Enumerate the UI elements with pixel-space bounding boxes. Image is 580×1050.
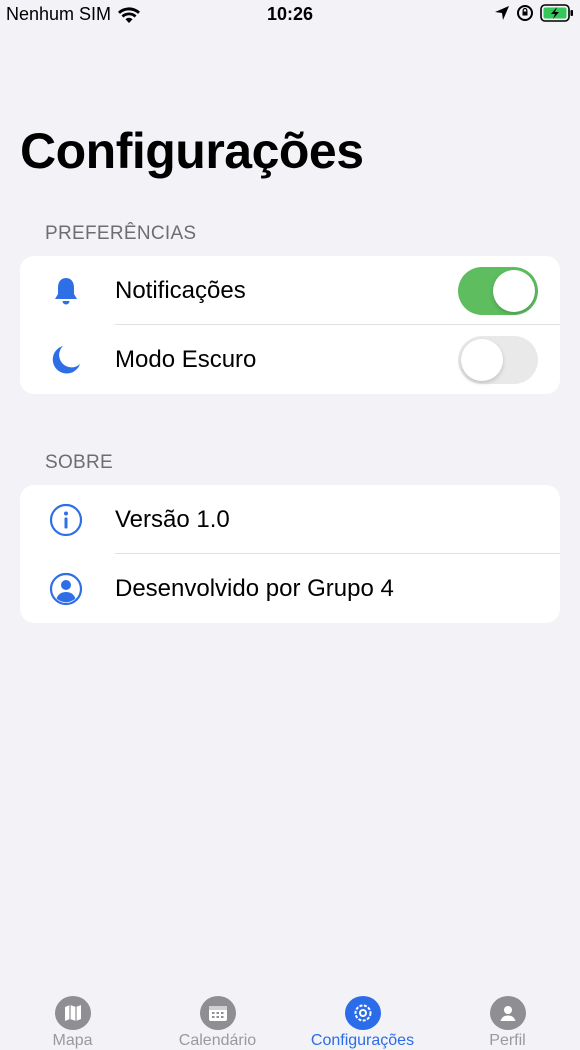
section-header-preferences: PREFERÊNCIAS [45, 223, 197, 244]
person-circle-icon [48, 571, 84, 607]
notifications-label: Notificações [115, 276, 246, 304]
row-developer: Desenvolvido por Grupo 4 [20, 554, 560, 623]
preferences-group: Notificações Modo Escuro [20, 256, 560, 394]
toggle-knob [493, 269, 535, 312]
orientation-lock-icon [517, 5, 533, 21]
row-notifications[interactable]: Notificações [20, 256, 560, 325]
row-version: Versão 1.0 [20, 485, 560, 554]
tab-map[interactable]: Mapa [0, 980, 145, 1050]
bell-icon [48, 273, 84, 309]
section-header-about: SOBRE [45, 452, 114, 473]
tab-calendar-label: Calendário [178, 1032, 257, 1049]
location-arrow-icon [495, 6, 509, 20]
tab-settings-label: Configurações [310, 1032, 415, 1049]
row-dark-mode[interactable]: Modo Escuro [20, 325, 560, 394]
calendar-icon [199, 996, 236, 1030]
page-title: Configurações [20, 123, 364, 179]
moon-icon [48, 342, 84, 378]
tab-calendar[interactable]: Calendário [145, 980, 290, 1050]
status-bar: Nenhum SIM 10:26 [0, 0, 580, 30]
battery-charging-icon [540, 4, 573, 22]
tab-map-label: Mapa [52, 1032, 93, 1049]
tab-profile[interactable]: Perfil [435, 980, 580, 1050]
dark-mode-toggle[interactable] [458, 335, 538, 384]
notifications-toggle[interactable] [458, 266, 538, 315]
version-label: Versão 1.0 [115, 505, 230, 533]
status-right [494, 4, 574, 22]
tab-bar: Mapa Calendário Configurações Perfil [0, 980, 580, 1050]
dark-mode-label: Modo Escuro [115, 345, 257, 373]
developer-label: Desenvolvido por Grupo 4 [115, 574, 394, 602]
about-group: Versão 1.0 Desenvolvido por Grupo 4 [20, 485, 560, 623]
tab-profile-label: Perfil [489, 1032, 526, 1049]
info-icon [48, 502, 84, 538]
tab-settings[interactable]: Configurações [290, 980, 435, 1050]
map-icon [54, 996, 91, 1030]
toggle-knob [461, 338, 503, 381]
profile-icon [489, 996, 526, 1030]
settings-icon [344, 996, 381, 1030]
status-time: 10:26 [266, 4, 314, 24]
